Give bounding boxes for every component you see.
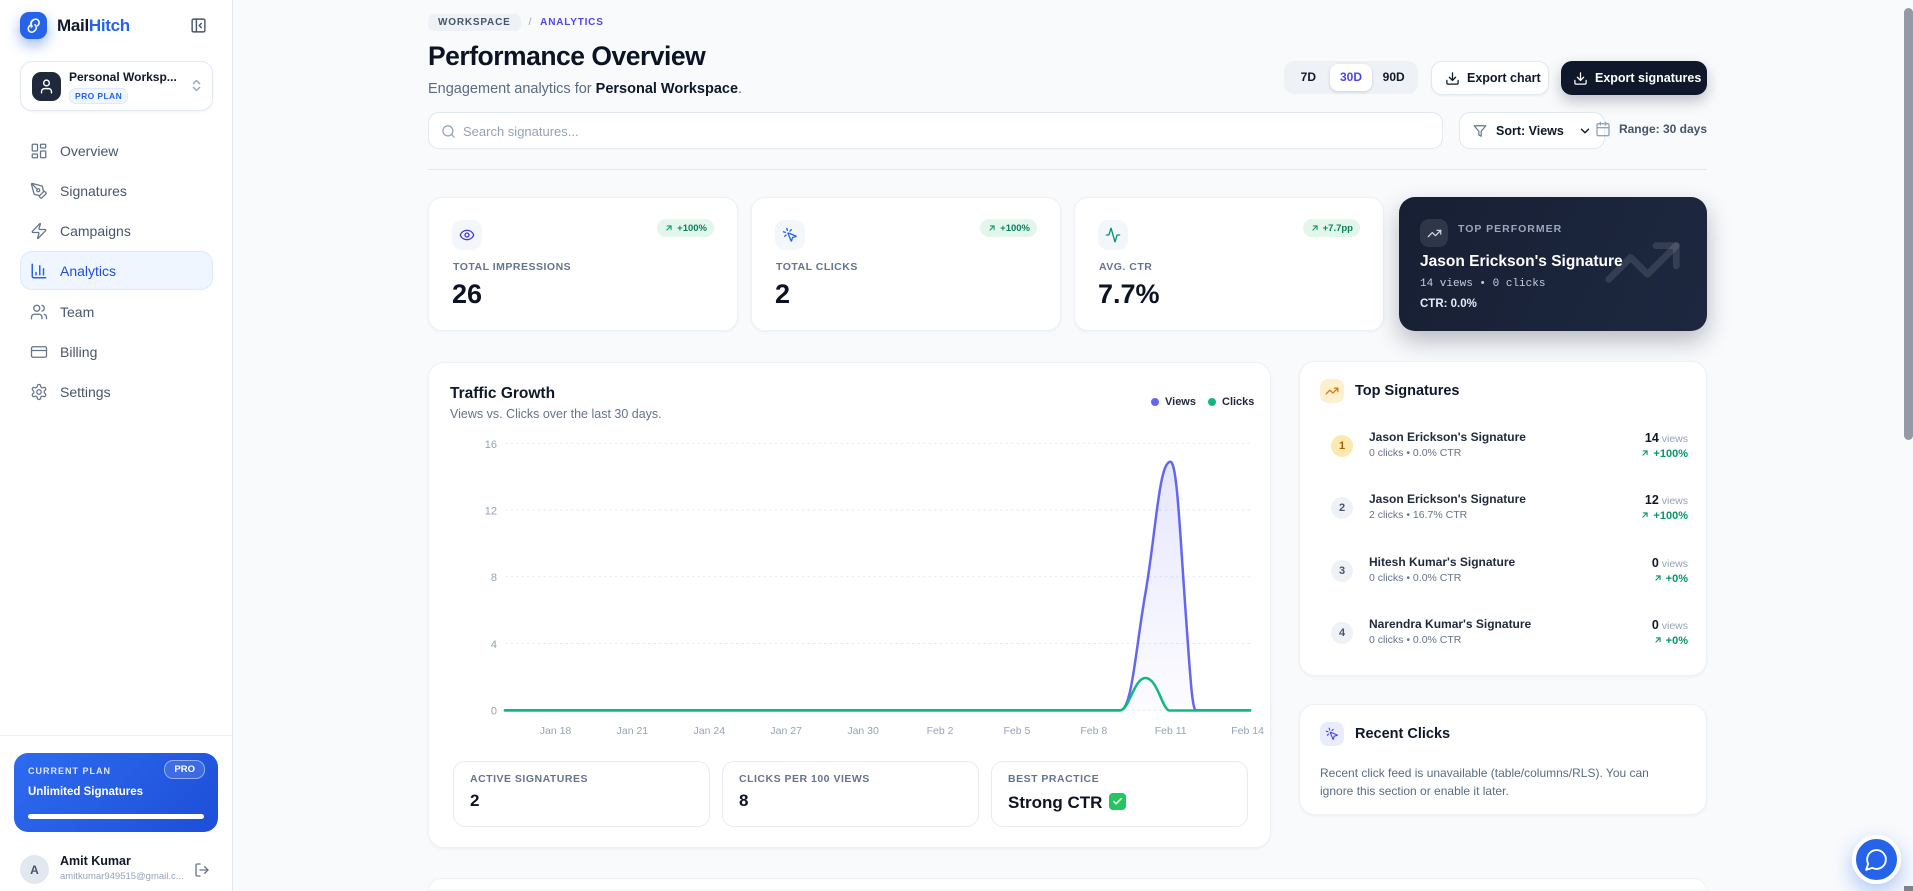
svg-text:Feb 8: Feb 8 xyxy=(1080,725,1107,737)
svg-text:Jan 30: Jan 30 xyxy=(847,725,879,737)
svg-text:Feb 11: Feb 11 xyxy=(1155,725,1187,737)
svg-text:Feb 2: Feb 2 xyxy=(927,725,954,737)
svg-text:4: 4 xyxy=(491,639,497,651)
svg-text:8: 8 xyxy=(491,572,497,584)
svg-text:Jan 27: Jan 27 xyxy=(770,725,802,737)
svg-text:Jan 21: Jan 21 xyxy=(617,725,649,737)
svg-text:Feb 5: Feb 5 xyxy=(1003,725,1030,737)
svg-text:0: 0 xyxy=(491,706,497,718)
svg-text:16: 16 xyxy=(485,439,497,451)
svg-text:Feb 14: Feb 14 xyxy=(1231,725,1264,737)
svg-text:Jan 24: Jan 24 xyxy=(694,725,726,737)
svg-text:12: 12 xyxy=(485,506,497,518)
svg-text:Jan 18: Jan 18 xyxy=(540,725,572,737)
